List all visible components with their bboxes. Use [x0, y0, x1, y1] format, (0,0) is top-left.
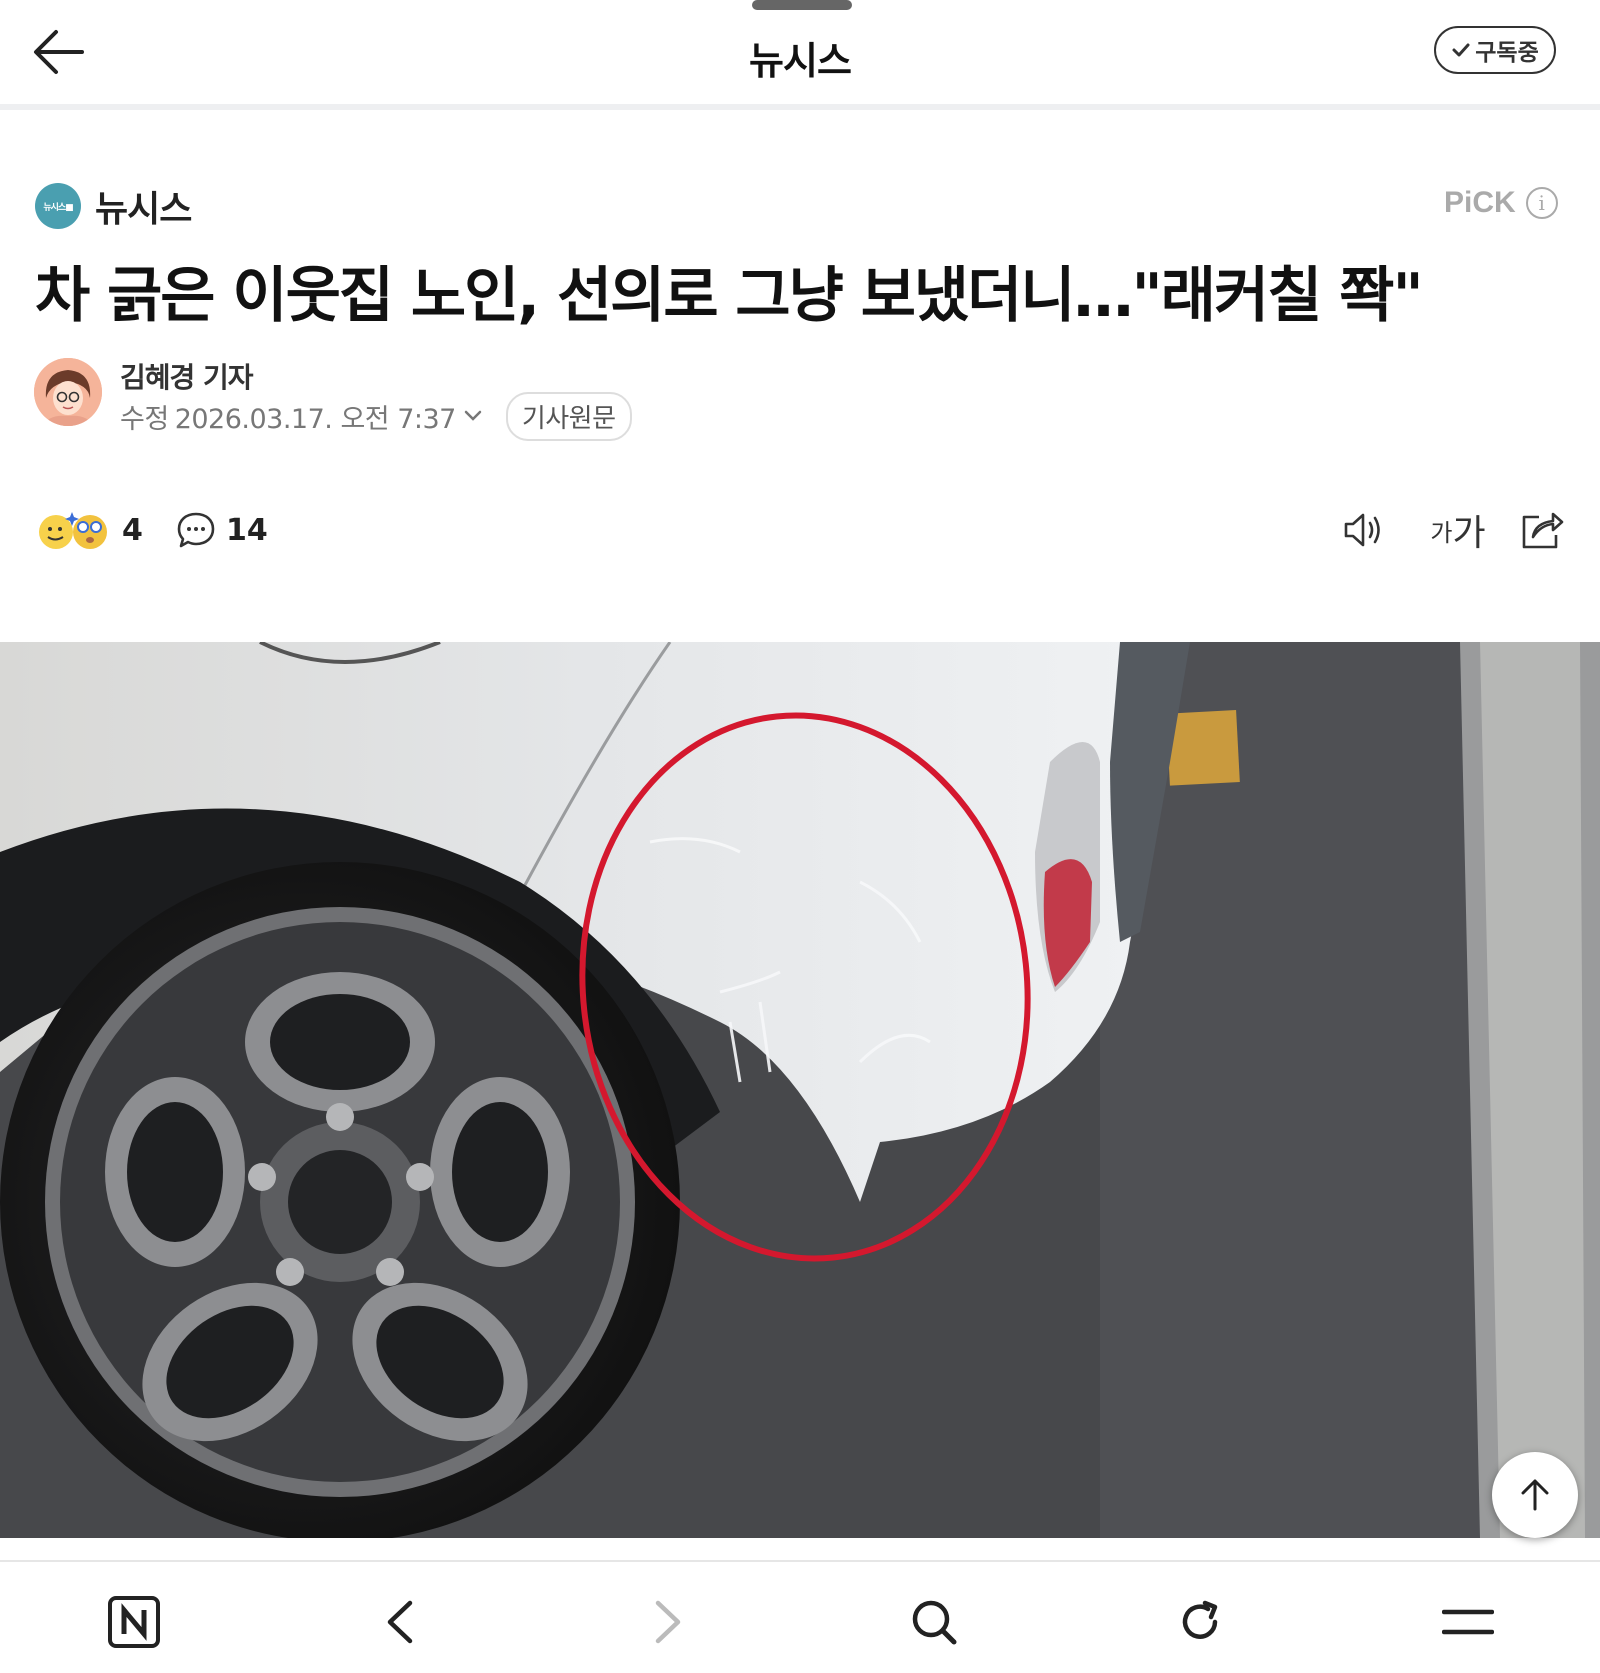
chevron-left-icon: [387, 1600, 413, 1644]
refresh-icon: [1182, 1600, 1218, 1639]
comment-count: 14: [226, 512, 268, 548]
search-icon: [912, 1600, 957, 1645]
font-small-label: 가: [1430, 518, 1453, 547]
browser-bottom-nav: [0, 1560, 1600, 1673]
chevron-right-icon: [655, 1600, 681, 1644]
reaction-count: 4: [122, 512, 143, 548]
divider: [0, 104, 1600, 110]
home-button[interactable]: [94, 1582, 174, 1662]
speaker-icon: [1344, 513, 1380, 547]
nav-forward-button[interactable]: [628, 1582, 708, 1662]
pick-label: PiCK: [1444, 186, 1516, 219]
refresh-button[interactable]: [1160, 1582, 1240, 1662]
action-bar: 4 14 가가: [0, 506, 1600, 554]
share-icon: [1522, 512, 1564, 549]
arrow-up-icon: [1521, 1479, 1549, 1511]
nav-back-button[interactable]: [360, 1582, 440, 1662]
menu-icon: [1442, 1609, 1494, 1635]
reporter-name[interactable]: 김혜경 기자: [120, 356, 254, 396]
chevron-down-icon[interactable]: [462, 405, 484, 427]
info-icon[interactable]: i: [1525, 187, 1558, 219]
reaction-emoji-icon: [39, 512, 107, 549]
article-photo[interactable]: [0, 642, 1600, 1538]
subscribe-button[interactable]: 구독중: [1434, 26, 1556, 74]
press-logo[interactable]: 뉴시스■: [35, 183, 81, 229]
comment-button[interactable]: 14: [176, 506, 268, 554]
reaction-button[interactable]: 4: [38, 506, 143, 554]
subscribe-label: 구독중: [1475, 40, 1539, 66]
naver-home-icon: [108, 1596, 160, 1648]
press-name[interactable]: 뉴시스: [95, 180, 192, 232]
pick-badge[interactable]: PiCK i: [1444, 186, 1558, 220]
font-big-label: 가: [1452, 513, 1486, 554]
original-article-link[interactable]: 기사원문: [505, 391, 632, 441]
scroll-to-top-button[interactable]: [1492, 1452, 1578, 1538]
modified-time: 2026.03.17. 오전 7:37: [174, 403, 457, 435]
search-button[interactable]: [894, 1582, 974, 1662]
byline: 수정 2026.03.17. 오전 7:37 기사원문: [120, 391, 632, 441]
checkmark-icon: [1452, 43, 1470, 57]
modified-prefix: 수정: [120, 403, 169, 435]
page-title: 뉴시스: [749, 39, 852, 83]
tts-button[interactable]: [1340, 506, 1390, 554]
article-headline: 차 긁은 이웃집 노인, 선의로 그냥 보냈더니…"래커칠 쫙": [35, 261, 1424, 331]
avatar[interactable]: [34, 358, 102, 426]
menu-button[interactable]: [1428, 1582, 1508, 1662]
font-size-button[interactable]: 가가: [1428, 506, 1488, 554]
comment-bubble-icon: [177, 512, 215, 548]
top-bar: 뉴시스 구독중: [0, 0, 1600, 104]
press-info[interactable]: 뉴시스■ 뉴시스: [35, 180, 192, 232]
share-button[interactable]: [1518, 506, 1566, 554]
